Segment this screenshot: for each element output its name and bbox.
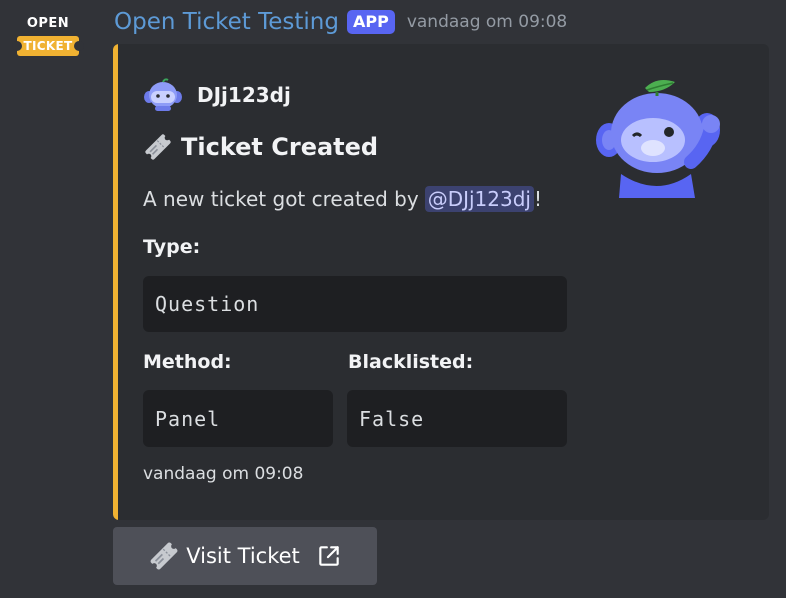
- avatar-text-open: OPEN: [26, 16, 70, 31]
- embed-author: DJj123dj: [143, 78, 291, 112]
- discord-wumpus-icon: [144, 78, 182, 111]
- description-text: A new ticket got created by: [143, 187, 419, 211]
- embed-author-name: DJj123dj: [197, 83, 291, 107]
- app-badge: APP: [346, 10, 395, 34]
- wumpus-thumbnail[interactable]: [595, 78, 723, 198]
- ticket-emoji-icon: [145, 134, 171, 160]
- author-username[interactable]: Open Ticket Testing: [114, 9, 339, 35]
- field-type-name: Type:: [143, 236, 201, 258]
- message-header: Open Ticket Testing APP vandaag om 09:08: [114, 6, 567, 38]
- field-method-name: Method:: [143, 351, 232, 373]
- visit-ticket-label: Visit Ticket: [186, 544, 300, 568]
- description-suffix: !: [533, 187, 543, 211]
- embed-accent-bar: [113, 44, 118, 520]
- ticket-emoji-icon: [150, 542, 178, 570]
- bot-avatar[interactable]: OPEN TICKET: [12, 16, 84, 64]
- chat-message: OPEN TICKET Open Ticket Testing APP vand…: [0, 0, 786, 598]
- embed-description: A new ticket got created by @DJj123dj !: [143, 186, 542, 212]
- visit-ticket-button[interactable]: Visit Ticket: [113, 527, 377, 585]
- embed-card: DJj123dj Ticket Created A new ticket got…: [113, 44, 769, 520]
- field-blacklisted-name: Blacklisted:: [348, 351, 474, 373]
- field-blacklisted-value: False: [347, 390, 567, 447]
- embed-title: Ticket Created: [143, 132, 378, 162]
- avatar-text-ticket: TICKET: [23, 39, 73, 53]
- field-type-value: Question: [143, 276, 567, 332]
- field-method-value: Panel: [143, 390, 333, 447]
- external-link-icon: [319, 546, 339, 566]
- embed-footer-timestamp: vandaag om 09:08: [143, 464, 304, 484]
- embed-title-text: Ticket Created: [181, 133, 379, 161]
- message-timestamp[interactable]: vandaag om 09:08: [407, 12, 567, 32]
- user-mention[interactable]: @DJj123dj: [424, 186, 534, 212]
